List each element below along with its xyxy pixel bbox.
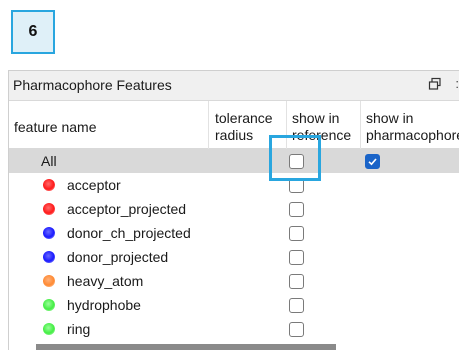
show-in-reference-checkbox[interactable] (289, 274, 304, 289)
table-row[interactable]: acceptor (9, 173, 459, 197)
float-window-icon[interactable] (428, 77, 442, 91)
feature-label-all: All (41, 153, 57, 169)
table-header: feature name tolerance radius show in re… (9, 101, 459, 149)
show-in-pharmacophore-checkbox-all[interactable] (365, 154, 380, 169)
checkmark-icon (368, 158, 377, 166)
panel-titlebar: Pharmacophore Features : (9, 71, 459, 101)
feature-rows: All acceptor acceptor_projected donor_ch… (9, 149, 459, 341)
show-in-reference-checkbox[interactable] (289, 202, 304, 217)
table-row[interactable]: ring (9, 317, 459, 341)
table-row[interactable]: donor_projected (9, 245, 459, 269)
feature-label: acceptor_projected (67, 201, 187, 217)
column-header-feature-name[interactable]: feature name (9, 101, 209, 149)
feature-color-dot (43, 323, 55, 335)
feature-label: donor_ch_projected (67, 225, 191, 241)
feature-color-dot (43, 203, 55, 215)
feature-label: ring (67, 321, 91, 337)
highlight-box (269, 135, 321, 181)
step-badge: 6 (11, 10, 55, 54)
feature-label: hydrophobe (67, 297, 141, 313)
feature-label: heavy_atom (67, 273, 144, 289)
close-icon[interactable]: : (455, 76, 459, 91)
feature-color-dot (43, 275, 55, 287)
feature-color-dot (43, 227, 55, 239)
feature-label: acceptor (67, 177, 121, 193)
show-in-reference-checkbox[interactable] (289, 298, 304, 313)
column-header-label: show in pharmacophore (366, 110, 459, 143)
panel-title: Pharmacophore Features (13, 77, 172, 93)
table-row[interactable]: acceptor_projected (9, 197, 459, 221)
feature-label: donor_projected (67, 249, 169, 265)
step-number: 6 (28, 23, 38, 40)
table-row[interactable]: heavy_atom (9, 269, 459, 293)
pharmacophore-features-panel: Pharmacophore Features : feature name to… (8, 70, 459, 350)
table-row[interactable]: hydrophobe (9, 293, 459, 317)
feature-color-dot (43, 299, 55, 311)
feature-color-dot (43, 179, 55, 191)
table-row[interactable]: donor_ch_projected (9, 221, 459, 245)
feature-color-dot (43, 251, 55, 263)
column-header-show-in-pharmacophore[interactable]: show in pharmacophore (361, 101, 459, 149)
show-in-reference-checkbox[interactable] (289, 226, 304, 241)
column-header-label: feature name (14, 119, 97, 135)
horizontal-scrollbar[interactable] (36, 344, 336, 350)
table-row-all[interactable]: All (9, 149, 459, 173)
show-in-reference-checkbox[interactable] (289, 322, 304, 337)
show-in-reference-checkbox[interactable] (289, 250, 304, 265)
